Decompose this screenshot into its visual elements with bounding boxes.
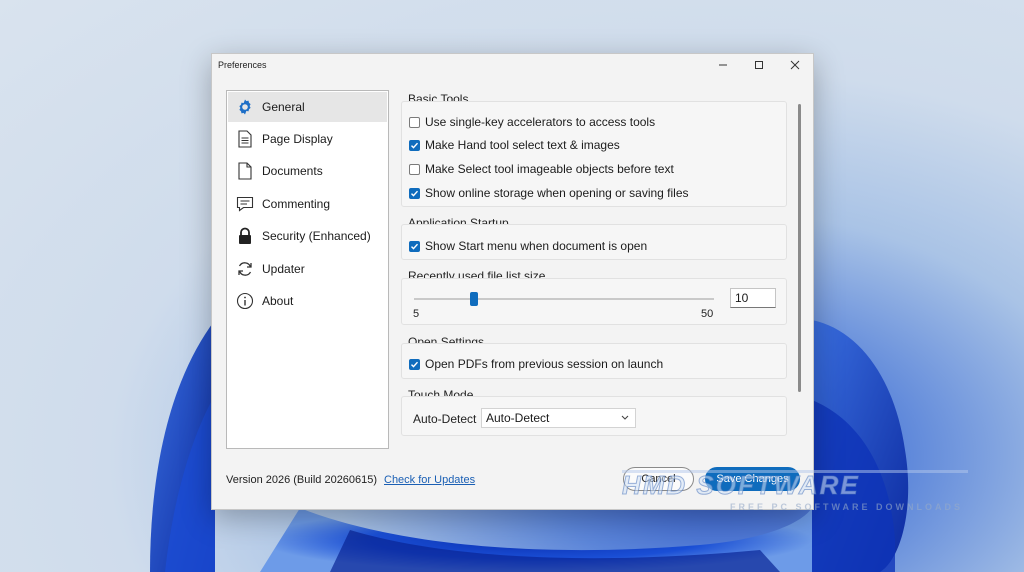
cancel-button[interactable]: Cancel [623,467,694,491]
title-bar[interactable]: Preferences [212,54,813,76]
page-icon [235,129,255,149]
sidebar-item-label: Commenting [262,197,331,211]
option-label: Make Hand tool select text & images [425,138,620,152]
sidebar-item-documents[interactable]: Documents [228,156,387,186]
category-sidebar: General Page Display Documents Commentin… [226,90,389,449]
maximize-icon [755,61,763,69]
checkmark-icon [411,190,419,197]
checkbox-unchecked[interactable] [409,163,420,175]
sidebar-item-label: Documents [262,164,323,178]
option-select-tool-images[interactable]: Make Select tool imageable objects befor… [409,161,674,177]
option-open-previous-session[interactable]: Open PDFs from previous session on launc… [409,356,663,372]
checkbox-unchecked[interactable] [409,116,420,128]
sidebar-item-label: Security (Enhanced) [262,229,371,243]
touch-mode-label: Auto-Detect [413,412,477,426]
check-for-updates-link[interactable]: Check for Updates [384,474,475,486]
checkbox-checked[interactable] [409,187,420,199]
option-online-storage[interactable]: Show online storage when opening or savi… [409,185,689,201]
sidebar-item-label: Page Display [262,132,333,146]
sidebar-item-commenting[interactable]: Commenting [228,189,387,219]
sidebar-item-general[interactable]: General [228,92,387,122]
sidebar-item-label: General [262,100,305,114]
recent-files-slider-track[interactable] [414,298,714,300]
touch-mode-selected: Auto-Detect [486,411,550,425]
option-label: Make Select tool imageable objects befor… [425,162,674,176]
option-label: Open PDFs from previous session on launc… [425,357,664,371]
save-changes-button[interactable]: Save Changes [705,467,800,491]
document-icon [235,161,255,181]
info-icon [235,291,255,311]
minimize-icon [719,64,727,66]
recent-files-slider-thumb[interactable] [470,292,479,306]
option-show-start-menu[interactable]: Show Start menu when document is open [409,238,647,254]
option-label: Use single-key accelerators to access to… [425,115,656,129]
comment-icon [235,194,255,214]
recent-files-count-input[interactable]: 10 [730,288,776,308]
close-button[interactable] [777,54,813,76]
sidebar-item-security[interactable]: Security (Enhanced) [228,221,387,251]
recent-files-count-value: 10 [735,291,749,305]
chevron-down-icon [621,415,629,420]
minimize-button[interactable] [705,54,741,76]
cancel-button-label: Cancel [641,473,676,485]
version-label: Version 2026 (Build 20260615) [226,474,378,486]
checkbox-checked[interactable] [409,358,420,370]
option-label: Show online storage when opening or savi… [425,186,689,200]
checkmark-icon [411,243,419,250]
checkbox-checked[interactable] [409,240,420,252]
sidebar-item-label: Updater [262,262,305,276]
window-title: Preferences [218,60,267,70]
slider-min-label: 5 [413,308,420,320]
close-icon [790,60,800,70]
maximize-button[interactable] [741,54,777,76]
lock-icon [235,226,255,246]
sidebar-item-page-display[interactable]: Page Display [228,124,387,154]
checkbox-checked[interactable] [409,139,420,151]
checkmark-icon [411,361,419,368]
gear-icon [235,97,255,117]
option-single-key-accelerators[interactable]: Use single-key accelerators to access to… [409,114,655,130]
slider-max-label: 50 [701,308,714,320]
sidebar-item-label: About [262,294,294,308]
refresh-icon [235,259,255,279]
option-hand-tool-select[interactable]: Make Hand tool select text & images [409,137,620,153]
sidebar-item-about[interactable]: About [228,286,387,316]
option-label: Show Start menu when document is open [425,239,648,253]
save-button-label: Save Changes [716,473,789,485]
touch-mode-select[interactable]: Auto-Detect [481,408,636,428]
settings-scrollbar[interactable] [798,104,801,392]
preferences-window: Preferences General Page Display Documen… [211,53,814,510]
sidebar-item-updater[interactable]: Updater [228,254,387,284]
checkmark-icon [411,142,419,149]
settings-panel: Basic Tools Use single-key accelerators … [395,90,799,442]
